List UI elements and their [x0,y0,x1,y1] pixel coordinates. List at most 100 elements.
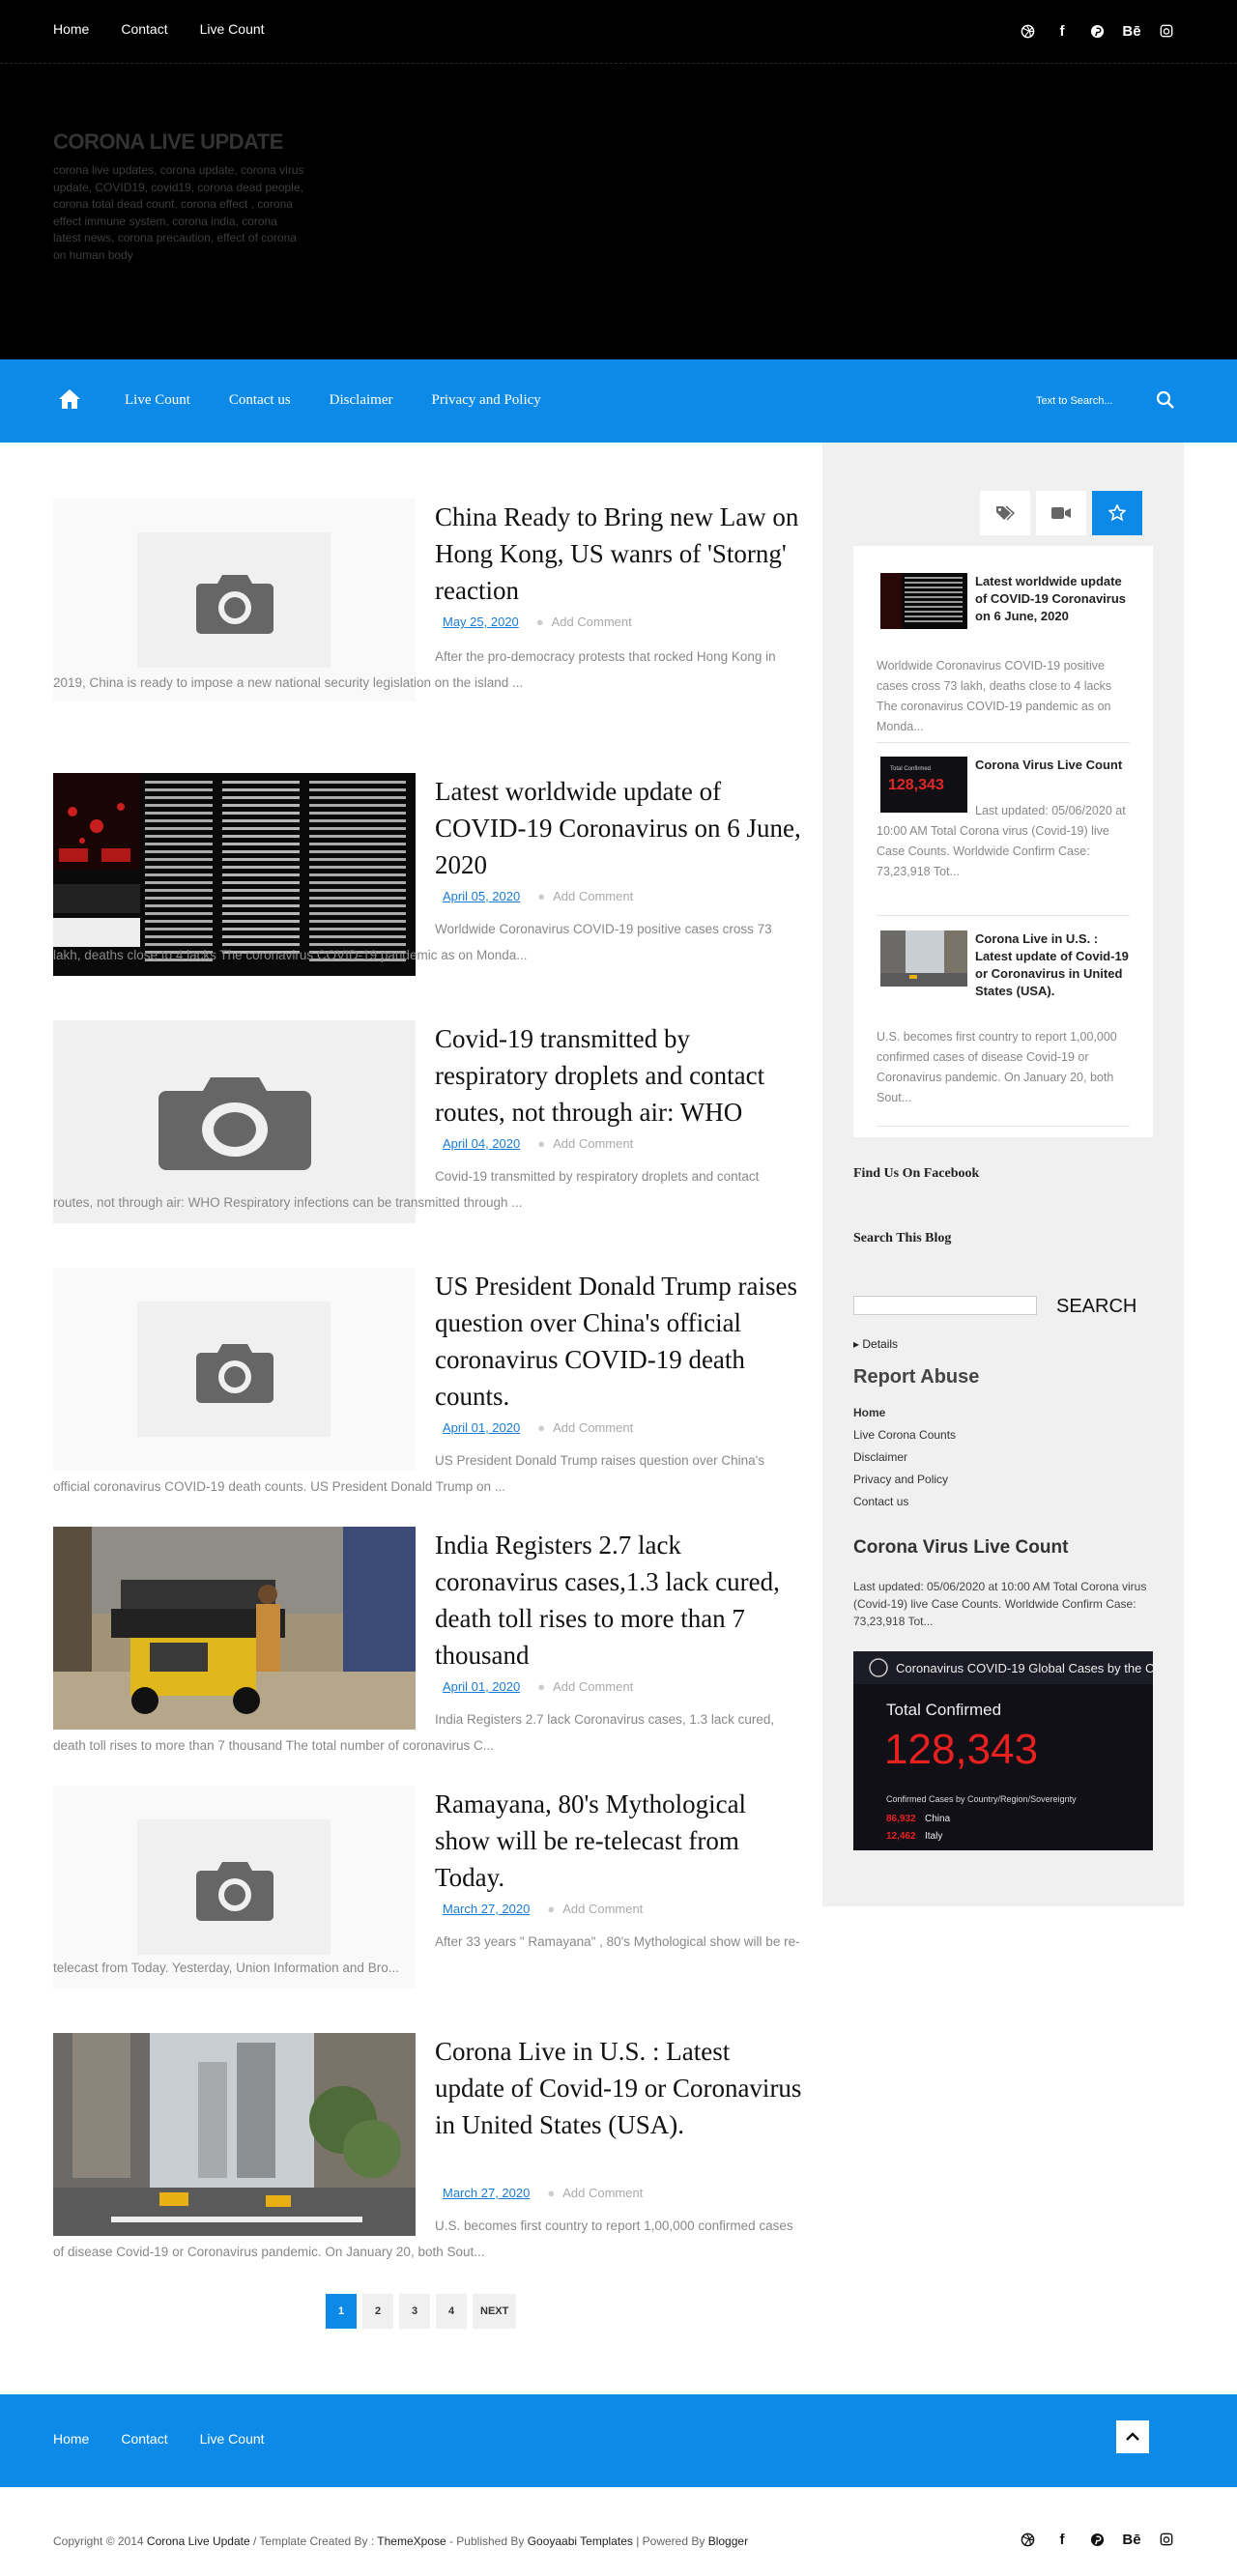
page-link-disclaimer[interactable]: Disclaimer [853,1446,956,1469]
add-comment-link[interactable]: Add Comment [562,2186,643,2200]
video-icon[interactable] [1036,491,1086,535]
add-comment-link[interactable]: Add Comment [553,1679,633,1694]
gooyaabi-link[interactable]: Gooyaabi Templates [528,2534,633,2548]
add-comment-link[interactable]: Add Comment [553,889,633,903]
blogger-link[interactable]: Blogger [708,2534,748,2548]
site-title[interactable]: CORONA LIVE UPDATE [53,129,283,155]
live-count-heading[interactable]: Corona Virus Live Count [853,1537,1068,1559]
post-date[interactable]: April 05, 2020 [443,889,520,903]
pinterest-icon[interactable] [1086,2530,1108,2549]
chevron-up-icon [1126,2432,1139,2441]
copyright-site-link[interactable]: Corona Live Update [147,2534,250,2548]
scroll-to-top-button[interactable] [1116,2420,1149,2453]
main-nav: Live Count Contact us Disclaimer Privacy… [0,359,1237,443]
post-date[interactable]: April 04, 2020 [443,1136,520,1151]
instagram-icon[interactable] [1156,21,1177,41]
post-title[interactable]: US President Donald Trump raises questio… [435,1268,802,1415]
post-title[interactable]: Covid-19 transmitted by respiratory drop… [435,1020,802,1131]
post-date[interactable]: March 27, 2020 [443,1902,530,1916]
facebook-icon[interactable]: f [1051,2530,1073,2549]
home-icon[interactable] [58,388,81,410]
svg-text:Total Confirmed: Total Confirmed [890,766,931,772]
search-button[interactable]: SEARCH [1056,1296,1136,1318]
svg-text:128,343: 128,343 [888,777,944,793]
top-link-contact[interactable]: Contact [121,21,167,37]
popular-post-title[interactable]: Corona Live in U.S. : Latest update of C… [975,930,1130,1000]
divider [877,742,1130,743]
footer-link-live-count[interactable]: Live Count [200,2431,265,2447]
facebook-icon[interactable]: f [1051,21,1073,41]
instagram-icon[interactable] [1156,2530,1177,2549]
report-abuse-heading[interactable]: Report Abuse [853,1366,979,1388]
behance-icon[interactable]: Bē [1121,21,1142,41]
post-date[interactable]: May 25, 2020 [443,615,519,629]
footer-bar: Home Contact Live Count [0,2394,1237,2487]
page-link-privacy[interactable]: Privacy and Policy [853,1469,956,1491]
copyright-template-text: / Template Created By : [249,2534,378,2548]
popular-post-thumbnail[interactable] [880,573,967,629]
page-1-button[interactable]: 1 [326,2294,357,2329]
camera-icon [196,1862,273,1921]
page-link-live-corona-counts[interactable]: Live Corona Counts [853,1424,956,1446]
post-snippet: After 33 years " Ramayana" , 80's Mythol… [53,1934,800,1975]
nav-link-disclaimer[interactable]: Disclaimer [330,392,393,409]
tag-icon[interactable] [980,491,1030,535]
pages-list: Home Live Corona Counts Disclaimer Priva… [853,1402,956,1513]
nav-link-privacy[interactable]: Privacy and Policy [431,392,540,409]
page-2-button[interactable]: 2 [362,2294,393,2329]
copyright: Copyright © 2014 Corona Live Update / Te… [53,2534,748,2548]
camera-icon [196,575,273,634]
top-link-live-count[interactable]: Live Count [200,21,265,37]
nav-link-live-count[interactable]: Live Count [125,392,190,409]
add-comment-link[interactable]: Add Comment [553,1420,633,1435]
footer-link-contact[interactable]: Contact [121,2431,167,2447]
post-date[interactable]: April 01, 2020 [443,1420,520,1435]
dribbble-icon[interactable] [1017,21,1038,41]
main-content: China Ready to Bring new Law on Hong Kon… [0,443,1237,2365]
site-description: corona live updates, corona update, coro… [53,163,304,262]
pinterest-icon[interactable] [1086,21,1108,41]
top-bar: Home Contact Live Count f Bē [0,0,1237,64]
star-icon[interactable] [1092,491,1142,535]
nav-search-input[interactable]: Text to Search... [1036,395,1112,407]
page-link-contact[interactable]: Contact us [853,1491,956,1513]
post-meta: April 04, 2020 ● Add Comment [443,1136,634,1151]
details-toggle[interactable]: ▸ Details [853,1337,898,1351]
add-comment-link[interactable]: Add Comment [553,1136,633,1151]
blog-search: SEARCH [853,1286,1163,1325]
post-thumbnail[interactable] [53,2033,416,2236]
page-3-button[interactable]: 3 [399,2294,430,2329]
post-thumbnail[interactable] [53,1268,416,1471]
add-comment-link[interactable]: Add Comment [562,1902,643,1916]
post-title[interactable]: Ramayana, 80's Mythological show will be… [435,1786,802,1896]
post-title[interactable]: India Registers 2.7 lack coronavirus cas… [435,1527,802,1674]
post-snippet: India Registers 2.7 lack Coronavirus cas… [53,1712,775,1753]
post-date[interactable]: April 01, 2020 [443,1679,520,1694]
live-img-row-country: Italy [925,1831,942,1842]
live-img-label: Total Confirmed [886,1701,1001,1719]
next-page-button[interactable]: NEXT [473,2294,517,2329]
popular-post-title[interactable]: Corona Virus Live Count [975,757,1130,774]
footer-link-home[interactable]: Home [53,2431,89,2447]
post-meta: April 01, 2020 ● Add Comment [443,1420,634,1435]
post-thumbnail[interactable] [53,1527,416,1730]
behance-icon[interactable]: Bē [1121,2530,1142,2549]
post-date[interactable]: March 27, 2020 [443,2186,530,2200]
page-link-home[interactable]: Home [853,1402,956,1424]
post-title[interactable]: China Ready to Bring new Law on Hong Kon… [435,499,802,609]
post-title[interactable]: Latest worldwide update of COVID-19 Coro… [435,773,802,883]
popular-post-thumbnail[interactable] [880,930,967,987]
nav-link-contact-us[interactable]: Contact us [229,392,291,409]
live-img-row-country: China [925,1814,951,1824]
page-4-button[interactable]: 4 [436,2294,467,2329]
top-link-home[interactable]: Home [53,21,89,37]
live-count-image[interactable]: Coronavirus COVID-19 Global Cases by the… [853,1651,1153,1850]
popular-post-title[interactable]: Latest worldwide update of COVID-19 Coro… [975,573,1130,625]
dribbble-icon[interactable] [1017,2530,1038,2549]
post-title[interactable]: Corona Live in U.S. : Latest update of C… [435,2033,802,2143]
add-comment-link[interactable]: Add Comment [552,615,632,629]
search-icon[interactable] [1156,390,1175,410]
themexpose-link[interactable]: ThemeXpose [377,2534,446,2548]
nav-links: Live Count Contact us Disclaimer Privacy… [125,392,580,409]
blog-search-input[interactable] [853,1296,1037,1315]
